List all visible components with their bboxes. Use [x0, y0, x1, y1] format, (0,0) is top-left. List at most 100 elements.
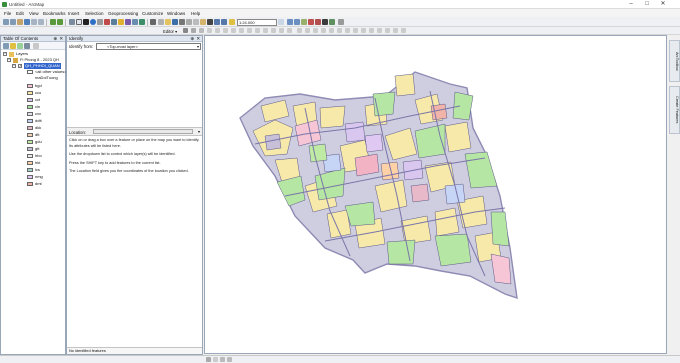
arctoolbox-icon[interactable]: [315, 19, 321, 25]
edit-vertices-icon[interactable]: [231, 28, 236, 33]
editor-toolbar-icon[interactable]: [150, 19, 156, 25]
point-icon[interactable]: [223, 28, 228, 33]
georef-icon-8[interactable]: [353, 28, 358, 33]
menu-view[interactable]: View: [29, 11, 39, 16]
undo-icon[interactable]: [214, 19, 220, 25]
catalog-window-icon[interactable]: [301, 19, 307, 25]
menu-windows[interactable]: Windows: [167, 11, 185, 16]
table-of-contents-icon[interactable]: [294, 19, 300, 25]
trace-icon[interactable]: [215, 28, 220, 33]
full-extent-icon[interactable]: [24, 19, 30, 25]
menu-help[interactable]: Help: [191, 11, 200, 16]
cut-polygons-icon[interactable]: [247, 28, 252, 33]
georef-icon-7[interactable]: [345, 28, 350, 33]
zoom-in-icon[interactable]: [3, 19, 9, 25]
hyperlink-icon[interactable]: [118, 19, 124, 25]
menu-edit[interactable]: Edit: [16, 11, 24, 16]
identify-icon[interactable]: [90, 19, 96, 25]
list-by-source-icon[interactable]: [10, 43, 16, 49]
measure-icon[interactable]: [111, 19, 117, 25]
zoom-out-icon[interactable]: [10, 19, 16, 25]
editor-toolbar-button-icon[interactable]: [287, 19, 293, 25]
edit-annotation-icon[interactable]: [191, 28, 196, 33]
pause-drawing-icon[interactable]: [227, 357, 232, 362]
map-canvas[interactable]: [204, 35, 667, 354]
scale-dropdown-icon[interactable]: [278, 19, 284, 25]
minimize-button[interactable]: –: [624, 0, 638, 9]
georef-icon-2[interactable]: [305, 28, 310, 33]
arctoolbox-tab[interactable]: ArcToolbox: [669, 40, 680, 82]
python-window-icon[interactable]: [322, 19, 328, 25]
toolbar-options-icon[interactable]: [338, 19, 344, 25]
go-to-xy-icon[interactable]: [104, 19, 110, 25]
paste-icon[interactable]: [200, 19, 206, 25]
menu-file[interactable]: File: [4, 11, 11, 16]
save-icon[interactable]: [172, 19, 178, 25]
dropdown-arrow-icon[interactable]: ▾: [197, 44, 199, 49]
close-button[interactable]: ✕: [656, 0, 670, 9]
map-scale-input[interactable]: 1:24.000: [237, 18, 277, 26]
editor-menu-button[interactable]: Editor ▾: [163, 29, 177, 34]
list-by-drawing-order-icon[interactable]: [3, 43, 9, 49]
list-by-selection-icon[interactable]: [24, 43, 30, 49]
georef-icon-11[interactable]: [377, 28, 382, 33]
georef-icon-1[interactable]: [297, 28, 302, 33]
georef-icon-10[interactable]: [369, 28, 374, 33]
find-icon[interactable]: [97, 19, 103, 25]
create-features-tab[interactable]: Create Features: [669, 86, 680, 134]
toc-options-icon[interactable]: [33, 43, 39, 49]
georef-icon-3[interactable]: [313, 28, 318, 33]
create-features-icon[interactable]: [287, 28, 292, 33]
html-popup-icon[interactable]: [125, 19, 131, 25]
rotate-tool-icon[interactable]: [263, 28, 268, 33]
new-map-icon[interactable]: [158, 19, 164, 25]
list-by-visibility-icon[interactable]: [17, 43, 23, 49]
georef-icon-5[interactable]: [329, 28, 334, 33]
georef-icon-13[interactable]: [393, 28, 398, 33]
menu-geoprocessing[interactable]: Geoprocessing: [108, 11, 138, 16]
georef-icon-4[interactable]: [321, 28, 326, 33]
menu-selection[interactable]: Selection: [85, 11, 104, 16]
reshape-feature-icon[interactable]: [239, 28, 244, 33]
georef-icon-14[interactable]: [401, 28, 406, 33]
sketch-properties-icon[interactable]: [279, 28, 284, 33]
modelbuilder-icon[interactable]: [329, 19, 335, 25]
cut-icon[interactable]: [186, 19, 192, 25]
layer-visibility-checkbox[interactable]: ✓: [18, 64, 22, 68]
forward-extent-icon[interactable]: [57, 19, 63, 25]
fixed-zoom-out-icon[interactable]: [38, 19, 44, 25]
select-elements-icon[interactable]: [83, 19, 89, 25]
print-icon[interactable]: [179, 19, 185, 25]
georef-icon-6[interactable]: [337, 28, 342, 33]
location-options-icon[interactable]: ▾: [198, 129, 200, 134]
menu-insert[interactable]: Insert: [68, 11, 79, 16]
identify-location-field[interactable]: [93, 129, 193, 134]
redo-icon[interactable]: [221, 19, 227, 25]
select-features-icon[interactable]: [69, 19, 75, 25]
refresh-view-icon[interactable]: [220, 357, 225, 362]
data-view-icon[interactable]: [206, 357, 211, 362]
back-extent-icon[interactable]: [50, 19, 56, 25]
create-viewer-icon[interactable]: [139, 19, 145, 25]
clear-selection-icon[interactable]: [76, 19, 82, 25]
open-icon[interactable]: [165, 19, 171, 25]
identify-from-dropdown[interactable]: <Top-most layer> ▾: [96, 43, 201, 50]
delete-icon[interactable]: [207, 19, 213, 25]
split-tool-icon[interactable]: [255, 28, 260, 33]
end-point-arc-icon[interactable]: [207, 28, 212, 33]
georef-icon-9[interactable]: [361, 28, 366, 33]
identify-results-tree[interactable]: [67, 51, 202, 128]
attributes-icon[interactable]: [271, 28, 276, 33]
straight-segment-icon[interactable]: [199, 28, 204, 33]
time-slider-icon[interactable]: [132, 19, 138, 25]
maximize-button[interactable]: □: [640, 0, 654, 9]
menu-bookmarks[interactable]: Bookmarks: [43, 11, 66, 16]
copy-icon[interactable]: [193, 19, 199, 25]
search-window-icon[interactable]: [308, 19, 314, 25]
menu-customize[interactable]: Customize: [142, 11, 163, 16]
edit-tool-icon[interactable]: [183, 28, 188, 33]
layout-view-icon[interactable]: [213, 357, 218, 362]
add-data-icon[interactable]: [229, 19, 235, 25]
georef-icon-12[interactable]: [385, 28, 390, 33]
fixed-zoom-in-icon[interactable]: [31, 19, 37, 25]
